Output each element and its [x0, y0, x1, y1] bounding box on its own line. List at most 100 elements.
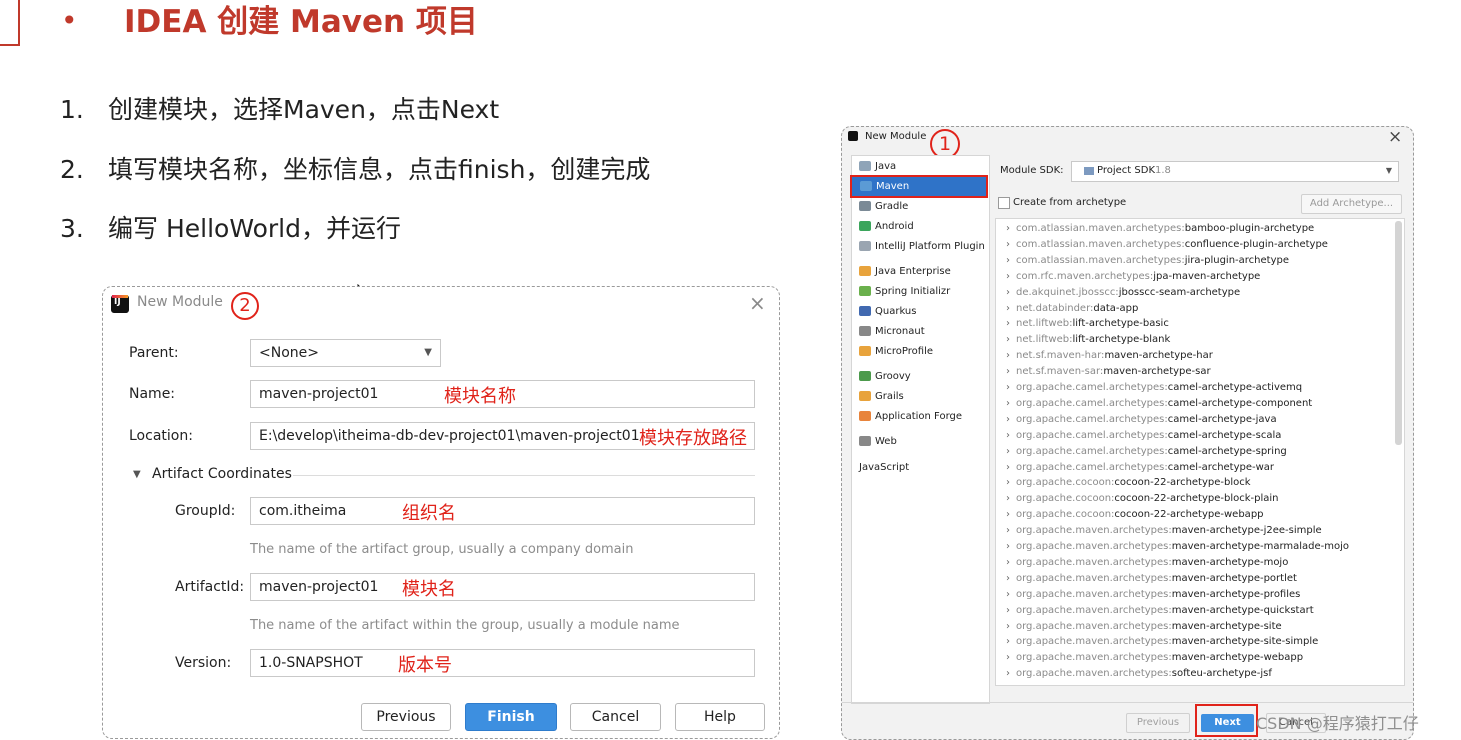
archetype-row[interactable]: › net.sf.maven-har:maven-archetype-har	[1000, 348, 1213, 364]
archetype-row[interactable]: › net.databinder:data-app	[1000, 301, 1138, 317]
archetype-name: cocoon-22-archetype-block	[1114, 477, 1251, 489]
version-field[interactable]: 1.0-SNAPSHOT	[250, 649, 755, 677]
module-type-micronaut[interactable]: Micronaut	[851, 322, 985, 341]
previous-button[interactable]: Previous	[1126, 713, 1190, 733]
archetype-row[interactable]: › org.apache.camel.archetypes:camel-arche…	[1000, 380, 1302, 396]
artifact-coordinates-toggle[interactable]: ▼ Artifact Coordinates	[131, 465, 755, 487]
chevron-right-icon: ›	[1006, 556, 1010, 568]
module-type-android[interactable]: Android	[851, 217, 985, 236]
archetype-row[interactable]: › org.apache.maven.archetypes:maven-arche…	[1000, 587, 1300, 603]
chevron-right-icon: ›	[1006, 493, 1010, 505]
archetype-name: cocoon-22-archetype-webapp	[1114, 509, 1264, 521]
archetype-row[interactable]: › org.apache.maven.archetypes:maven-arche…	[1000, 539, 1349, 555]
archetype-row[interactable]: › org.apache.maven.archetypes:maven-arche…	[1000, 619, 1282, 635]
gradle-icon	[859, 201, 871, 211]
module-type-intellij-platform-plugin[interactable]: IntelliJ Platform Plugin	[851, 237, 985, 256]
finish-button[interactable]: Finish	[465, 703, 557, 731]
archetype-row[interactable]: › org.apache.cocoon:cocoon-22-archetype-b…	[1000, 491, 1279, 507]
archetype-row[interactable]: › org.apache.cocoon:cocoon-22-archetype-b…	[1000, 475, 1251, 491]
module-type-application-forge[interactable]: Application Forge	[851, 407, 985, 426]
close-icon[interactable]: ×	[749, 291, 766, 315]
module-type-spring-initializr[interactable]: Spring Initializr	[851, 282, 985, 301]
add-archetype-button[interactable]: Add Archetype...	[1301, 194, 1402, 214]
intellij-logo-icon: IJ	[111, 295, 129, 313]
name-label: Name:	[129, 386, 176, 402]
archetype-group: org.apache.maven.archetypes:	[1016, 668, 1172, 680]
help-button[interactable]: Help	[675, 703, 765, 731]
groupid-annotation: 组织名	[402, 503, 456, 524]
archetype-group: org.apache.maven.archetypes:	[1016, 541, 1172, 552]
dialog-title: New Module	[865, 131, 927, 142]
watermark: CSDN @程序猿打工仔	[1256, 714, 1419, 733]
archetype-row[interactable]: › org.apache.camel.archetypes:camel-arche…	[1000, 412, 1277, 428]
footer-divider	[842, 702, 1413, 703]
module-type-java[interactable]: Java	[851, 157, 985, 176]
module-type-label: Android	[875, 221, 914, 232]
artifactid-field[interactable]: maven-project01	[250, 573, 755, 601]
archetype-row[interactable]: › org.apache.camel.archetypes:camel-arche…	[1000, 396, 1312, 412]
create-from-archetype-checkbox[interactable]	[998, 197, 1010, 209]
next-button[interactable]: Next	[1201, 714, 1254, 732]
groupid-field[interactable]: com.itheima	[250, 497, 755, 525]
archetype-group: de.akquinet.jbosscc:	[1016, 286, 1119, 298]
chevron-right-icon: ›	[1006, 461, 1010, 473]
chevron-right-icon: ›	[1006, 541, 1010, 552]
archetype-row[interactable]: › org.apache.maven.archetypes:softeu-arch…	[1000, 666, 1272, 682]
chevron-down-icon: ▼	[1385, 166, 1392, 175]
module-type-web[interactable]: Web	[851, 432, 985, 451]
parent-select[interactable]: <None> ▼	[250, 339, 441, 367]
archetype-row[interactable]: › org.apache.camel.archetypes:camel-arche…	[1000, 460, 1274, 476]
step-number: 3.	[60, 214, 84, 243]
archetype-row[interactable]: › org.apache.maven.archetypes:maven-arche…	[1000, 523, 1322, 539]
archetype-row[interactable]: › net.liftweb:lift-archetype-basic	[1000, 316, 1169, 332]
sdk-label: Module SDK:	[1000, 165, 1064, 176]
module-type-gradle[interactable]: Gradle	[851, 197, 985, 216]
archetype-row[interactable]: › com.atlassian.maven.archetypes:bamboo-p…	[1000, 221, 1314, 237]
module-type-label: Quarkus	[875, 306, 917, 317]
chevron-right-icon: ›	[1006, 652, 1010, 664]
location-annotation: 模块存放路径	[639, 428, 747, 449]
module-type-groovy[interactable]: Groovy	[851, 367, 985, 386]
module-type-javascript[interactable]: JavaScript	[851, 458, 993, 477]
archetype-row[interactable]: › org.apache.cocoon:cocoon-22-archetype-w…	[1000, 507, 1264, 523]
archetype-name: maven-archetype-har	[1104, 350, 1213, 362]
module-type-quarkus[interactable]: Quarkus	[851, 302, 985, 321]
version-annotation: 版本号	[398, 655, 452, 676]
archetype-name: jpa-maven-archetype	[1153, 270, 1261, 282]
archetype-row[interactable]: › com.atlassian.maven.archetypes:confluen…	[1000, 237, 1328, 253]
previous-button[interactable]: Previous	[361, 703, 451, 731]
archetype-name: jbosscc-seam-archetype	[1118, 286, 1241, 298]
archetype-row[interactable]: › org.apache.maven.archetypes:maven-arche…	[1000, 650, 1303, 666]
archetype-name: softeu-archetype-jsf	[1171, 668, 1272, 680]
cancel-button[interactable]: Cancel	[570, 703, 661, 731]
archetype-row[interactable]: › org.apache.maven.archetypes:maven-arche…	[1000, 634, 1318, 650]
archetype-row[interactable]: › org.apache.camel.archetypes:camel-arche…	[1000, 444, 1287, 460]
archetype-group: org.apache.maven.archetypes:	[1016, 588, 1172, 600]
module-type-grails[interactable]: Grails	[851, 387, 985, 406]
module-type-label: Java	[875, 161, 897, 172]
groupid-field-value: com.itheima	[259, 503, 347, 519]
archetype-row[interactable]: › org.apache.maven.archetypes:maven-arche…	[1000, 555, 1288, 571]
archetype-row[interactable]: › com.atlassian.maven.archetypes:jira-plu…	[1000, 253, 1289, 269]
archetype-row[interactable]: › org.apache.maven.archetypes:maven-arche…	[1000, 603, 1314, 619]
module-type-label: Application Forge	[875, 411, 963, 422]
module-type-maven[interactable]: Maven	[850, 175, 988, 198]
archetype-row[interactable]: › org.apache.camel.archetypes:camel-arche…	[1000, 428, 1281, 444]
archetype-row[interactable]: › net.liftweb:lift-archetype-blank	[1000, 332, 1170, 348]
archetype-group: org.apache.camel.archetypes:	[1016, 445, 1168, 457]
chevron-right-icon: ›	[1006, 302, 1010, 314]
archetype-name: maven-archetype-sar	[1103, 366, 1211, 378]
archetype-row[interactable]: › org.apache.maven.archetypes:maven-arche…	[1000, 571, 1297, 587]
module-type-java-enterprise[interactable]: Java Enterprise	[851, 262, 985, 281]
archetype-group: org.apache.camel.archetypes:	[1016, 429, 1168, 441]
chevron-right-icon: ›	[1006, 509, 1010, 521]
archetype-row[interactable]: › com.rfc.maven.archetypes:jpa-maven-arch…	[1000, 269, 1260, 285]
step-badge-2: 2	[231, 292, 259, 320]
module-type-microprofile[interactable]: MicroProfile	[851, 342, 985, 361]
archetype-row[interactable]: › net.sf.maven-sar:maven-archetype-sar	[1000, 364, 1211, 380]
close-icon[interactable]: ×	[1388, 127, 1402, 147]
archetype-scrollbar[interactable]	[1395, 221, 1402, 445]
archetype-group: org.apache.camel.archetypes:	[1016, 382, 1168, 393]
sdk-select[interactable]: Project SDK 1.8 ▼	[1071, 161, 1399, 182]
archetype-row[interactable]: › de.akquinet.jbosscc:jbosscc-seam-archet…	[1000, 285, 1240, 301]
